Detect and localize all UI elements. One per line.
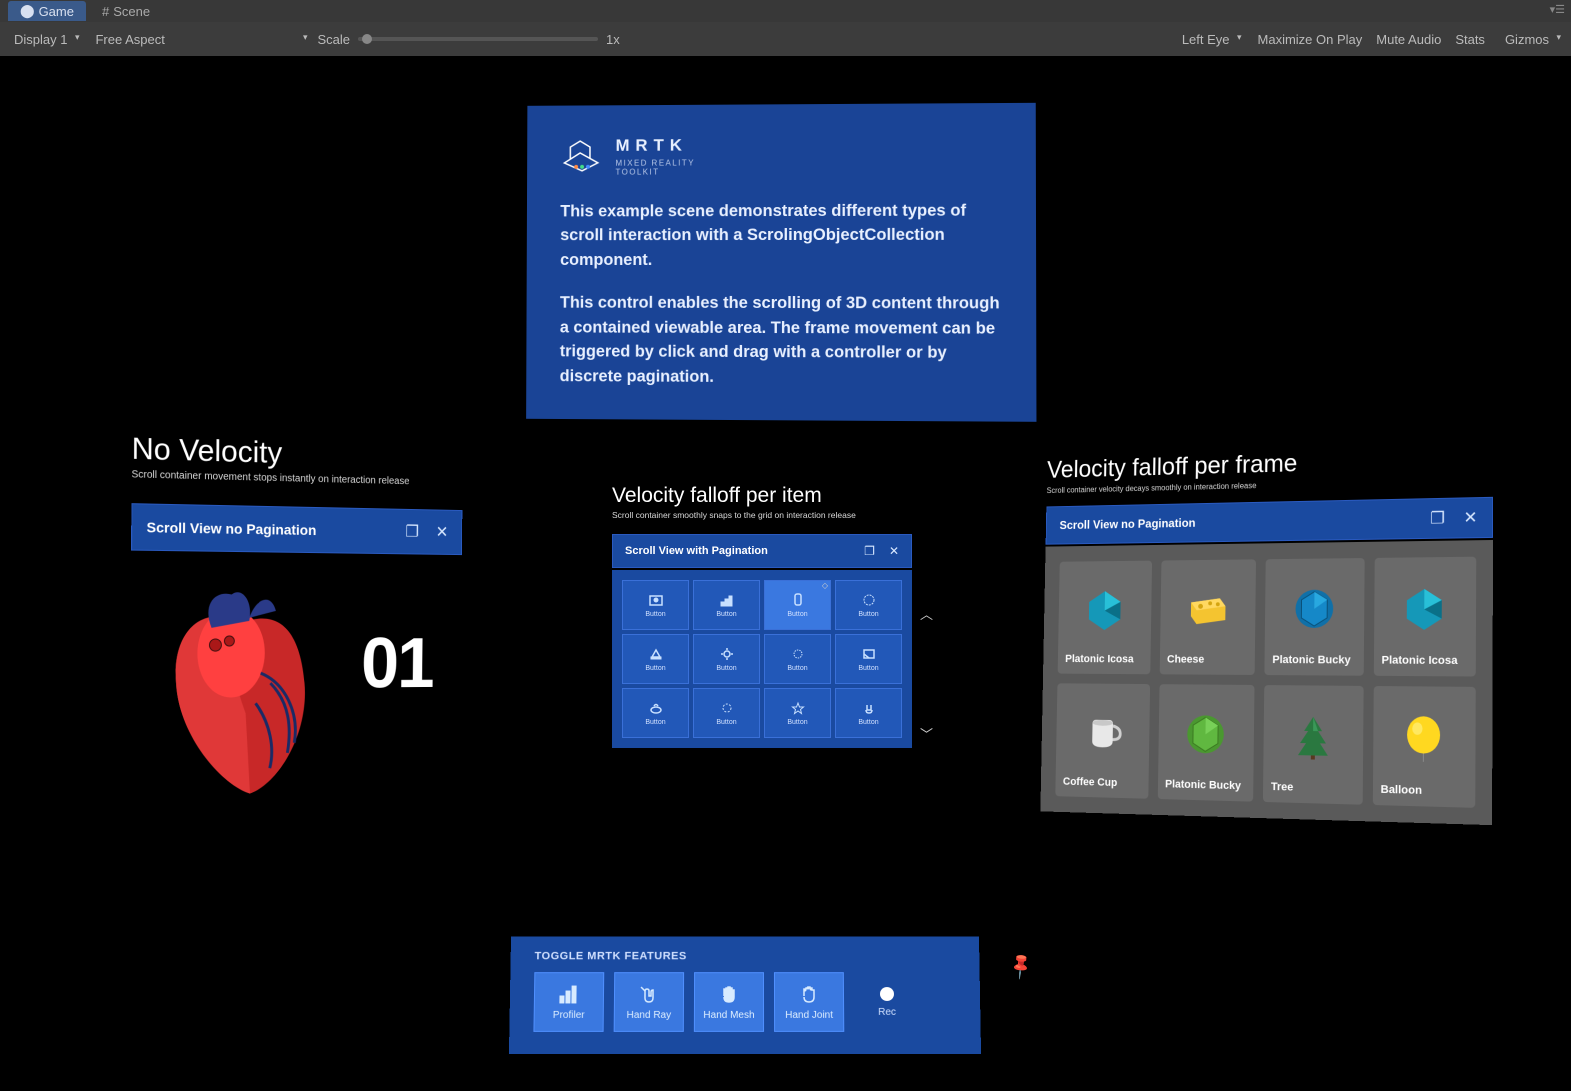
button-grid[interactable]: Button Button ◇Button Button Button Butt…: [612, 570, 912, 748]
editor-toolbar: ⬤Game #Scene ▾☰ Display 1 Free Aspect Sc…: [0, 0, 1571, 56]
grid-button[interactable]: Button: [622, 634, 689, 684]
toggle-hand-mesh[interactable]: Hand Mesh: [694, 972, 764, 1032]
grid-button[interactable]: Button: [693, 634, 760, 684]
tab-scene[interactable]: #Scene: [90, 2, 162, 21]
mute-toggle[interactable]: Mute Audio: [1376, 32, 1441, 47]
toggle-hand-joint[interactable]: Hand Joint: [774, 972, 844, 1032]
model-card[interactable]: Tree: [1263, 685, 1363, 805]
gizmos-dropdown[interactable]: Gizmos: [1499, 30, 1563, 49]
pin-icon[interactable]: 📌: [1006, 951, 1037, 981]
info-sub2: TOOLKIT: [615, 168, 694, 178]
grid-button[interactable]: Button: [764, 688, 831, 738]
left-counter: 01: [361, 623, 433, 704]
follow-icon[interactable]: ❐: [405, 522, 419, 542]
section-falloff-frame: Velocity falloff per frame Scroll contai…: [1040, 444, 1493, 826]
heart-model[interactable]: [140, 582, 339, 807]
toggle-profiler[interactable]: Profiler: [533, 972, 604, 1032]
follow-icon[interactable]: ❐: [1430, 508, 1445, 529]
section-falloff-item: Velocity falloff per item Scroll contain…: [612, 484, 912, 748]
section-no-velocity: No Velocity Scroll container movement st…: [130, 432, 463, 847]
model-card[interactable]: Coffee Cup: [1055, 683, 1149, 798]
model-card[interactable]: Platonic Icosa: [1058, 561, 1152, 675]
left-titlebar[interactable]: Scroll View no Pagination ❐ ✕: [131, 503, 462, 555]
scale-label: Scale: [317, 32, 350, 47]
tab-game[interactable]: ⬤Game: [8, 1, 86, 21]
model-card[interactable]: Balloon: [1372, 686, 1475, 808]
maximize-toggle[interactable]: Maximize On Play: [1258, 32, 1363, 47]
toggle-title: TOGGLE MRTK FEATURES: [535, 950, 956, 962]
close-icon[interactable]: ✕: [436, 522, 449, 542]
info-title: MRTK: [616, 133, 695, 159]
mid-sub: Scroll container smoothly snaps to the g…: [612, 510, 912, 520]
right-titlebar[interactable]: Scroll View no Pagination ❐ ✕: [1046, 497, 1494, 545]
mid-title: Velocity falloff per item: [612, 484, 912, 508]
grid-button[interactable]: Button: [835, 634, 902, 684]
close-icon[interactable]: ✕: [889, 544, 899, 558]
scroll-down-button[interactable]: ﹀: [920, 724, 933, 743]
model-card[interactable]: Cheese: [1159, 559, 1256, 675]
info-panel: MRTK MIXED REALITY TOOLKIT This example …: [526, 103, 1036, 422]
info-p1: This example scene demonstrates differen…: [560, 198, 1001, 273]
rec-dot-icon: [880, 987, 894, 1001]
info-p2: This control enables the scrolling of 3D…: [560, 291, 1002, 391]
mid-titlebar[interactable]: Scroll View with Pagination ❐ ✕: [612, 534, 912, 568]
rec-button[interactable]: Rec: [878, 987, 896, 1018]
tab-menu-icon[interactable]: ▾☰: [1550, 3, 1565, 16]
model-card[interactable]: Platonic Bucky: [1157, 684, 1254, 801]
scale-value: 1x: [606, 32, 620, 47]
toggle-features-panel: TOGGLE MRTK FEATURES Profiler Hand Ray H…: [509, 937, 981, 1054]
info-sub1: MIXED REALITY: [616, 158, 695, 168]
grid-button[interactable]: Button: [622, 688, 689, 738]
grid-button[interactable]: Button: [622, 580, 689, 630]
grid-button[interactable]: Button: [693, 688, 760, 738]
scroll-up-button[interactable]: ︿: [920, 604, 933, 623]
close-icon[interactable]: ✕: [1463, 507, 1477, 528]
display-dropdown[interactable]: Display 1: [8, 30, 81, 49]
eye-dropdown[interactable]: Left Eye: [1176, 30, 1244, 49]
grid-button[interactable]: Button: [835, 688, 902, 738]
game-viewport[interactable]: MRTK MIXED REALITY TOOLKIT This example …: [0, 56, 1571, 1091]
card-grid[interactable]: Platonic Icosa Cheese Platonic Bucky Pla…: [1040, 540, 1493, 825]
mrtk-logo-icon: [560, 137, 601, 173]
toggle-hand-ray[interactable]: Hand Ray: [614, 972, 684, 1032]
grid-button[interactable]: ◇Button: [764, 580, 831, 630]
follow-icon[interactable]: ❐: [864, 544, 875, 558]
grid-button[interactable]: Button: [764, 634, 831, 684]
model-card[interactable]: Platonic Bucky: [1264, 558, 1364, 676]
aspect-dropdown[interactable]: Free Aspect: [89, 30, 309, 49]
left-title: No Velocity: [132, 432, 464, 476]
model-card[interactable]: Platonic Icosa: [1373, 557, 1476, 677]
grid-button[interactable]: Button: [835, 580, 902, 630]
stats-toggle[interactable]: Stats: [1455, 32, 1485, 47]
scale-slider[interactable]: [358, 37, 598, 41]
grid-button[interactable]: Button: [693, 580, 760, 630]
